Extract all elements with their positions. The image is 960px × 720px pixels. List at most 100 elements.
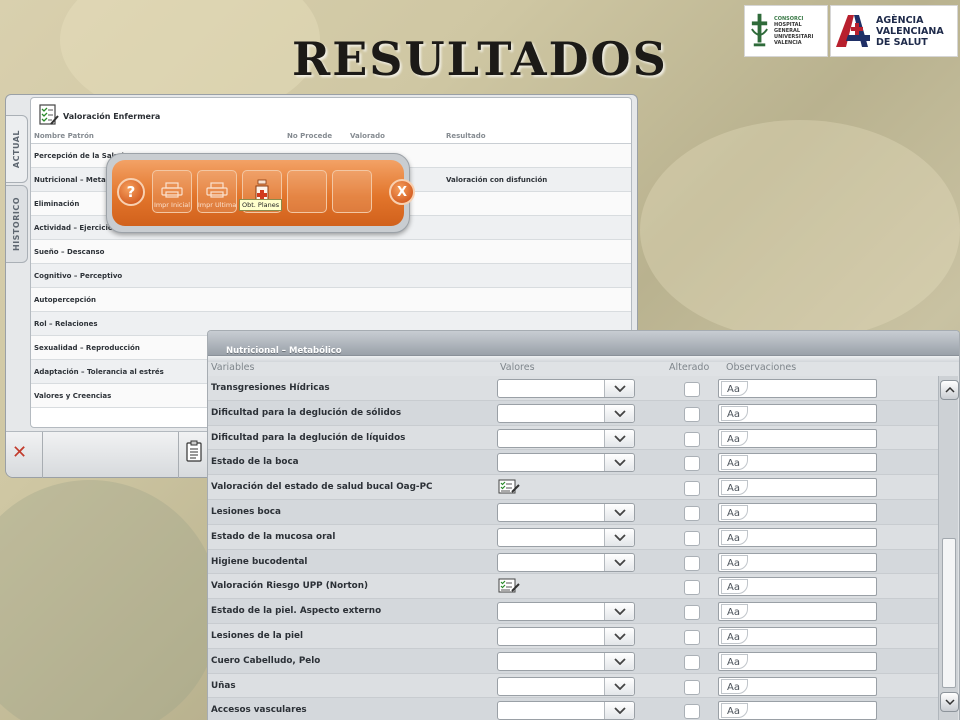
tab-actual[interactable]: ACTUAL	[6, 115, 28, 183]
dropdown-arrow[interactable]	[604, 454, 634, 472]
dropdown-arrow[interactable]	[604, 404, 634, 422]
print-last-button[interactable]: Impr Ultima	[197, 170, 237, 213]
valor-select[interactable]	[497, 651, 635, 671]
valor-select[interactable]	[497, 403, 635, 423]
valor-select[interactable]	[497, 626, 635, 646]
open-form-button[interactable]	[498, 578, 520, 597]
clipboard-icon[interactable]	[186, 440, 202, 462]
valor-select[interactable]	[497, 502, 635, 522]
dropdown-arrow[interactable]	[604, 603, 634, 621]
logo-text: AGÈNCIA	[876, 14, 924, 26]
observaciones-input[interactable]: Aa	[718, 552, 877, 572]
alterado-checkbox[interactable]	[684, 605, 700, 621]
observaciones-input[interactable]: Aa	[718, 478, 877, 498]
logo-text: HOSPITAL GENERAL	[774, 22, 802, 34]
hospital-logo: CONSORCI HOSPITAL GENERAL UNIVERSITARI V…	[744, 5, 828, 57]
observaciones-input[interactable]: Aa	[718, 602, 877, 622]
alterado-checkbox[interactable]	[684, 530, 700, 546]
chevron-up-icon	[944, 387, 955, 393]
variable-row: Valoración del estado de salud bucal Oag…	[208, 475, 938, 500]
valor-select[interactable]	[497, 676, 635, 696]
chevron-down-icon	[613, 385, 626, 392]
observaciones-input[interactable]: Aa	[718, 676, 877, 696]
patron-row[interactable]: Sueño – Descanso	[31, 240, 631, 264]
observaciones-input[interactable]: Aa	[718, 428, 877, 448]
alterado-checkbox[interactable]	[684, 629, 700, 645]
alterado-checkbox[interactable]	[684, 580, 700, 596]
dropdown-arrow[interactable]	[604, 429, 634, 447]
valor-select[interactable]	[497, 602, 635, 622]
valor-select[interactable]	[497, 453, 635, 473]
observaciones-input[interactable]: Aa	[718, 701, 877, 720]
dropdown-arrow[interactable]	[604, 677, 634, 695]
dropdown-arrow[interactable]	[604, 528, 634, 546]
text-format-icon: Aa	[721, 529, 748, 545]
print-initial-button[interactable]: Impr Inicial	[152, 170, 192, 213]
valor-select[interactable]	[497, 428, 635, 448]
chevron-down-icon	[613, 658, 626, 665]
text-format-icon: Aa	[721, 405, 748, 421]
text-format-icon: Aa	[721, 554, 748, 570]
dropdown-arrow[interactable]	[604, 702, 634, 720]
alterado-checkbox[interactable]	[684, 382, 700, 397]
valor-select[interactable]	[497, 527, 635, 547]
variable-name: Lesiones boca	[211, 506, 281, 517]
tab-historico[interactable]: HISTORICO	[6, 185, 28, 263]
alterado-checkbox[interactable]	[684, 431, 700, 447]
patron-row[interactable]: Cognitivo – Perceptivo	[31, 264, 631, 288]
observaciones-input[interactable]: Aa	[718, 453, 877, 473]
variable-row: Cuero Cabelludo, Pelo Aa	[208, 648, 938, 674]
open-form-button[interactable]	[498, 479, 520, 498]
column-header: No Procede	[287, 132, 333, 140]
scroll-thumb[interactable]	[942, 538, 956, 688]
vertical-scrollbar[interactable]	[938, 376, 959, 720]
alterado-checkbox[interactable]	[684, 505, 700, 521]
observaciones-input[interactable]: Aa	[718, 626, 877, 646]
scroll-up-button[interactable]	[940, 380, 959, 400]
observaciones-input[interactable]: Aa	[718, 379, 877, 398]
toolbar-slot-button[interactable]	[332, 170, 372, 213]
valor-select[interactable]	[497, 552, 635, 572]
valor-select[interactable]	[497, 701, 635, 720]
alterado-checkbox[interactable]	[684, 555, 700, 571]
alterado-checkbox[interactable]	[684, 654, 700, 670]
close-icon[interactable]: ✕	[12, 442, 27, 463]
variable-name: Dificultad para la deglución de sólidos	[211, 407, 402, 418]
valor-select[interactable]	[497, 379, 635, 398]
observaciones-input[interactable]: Aa	[718, 403, 877, 423]
help-button[interactable]: ?	[117, 178, 145, 206]
patron-row[interactable]: Autopercepción	[31, 288, 631, 312]
action-toolbar: ? Impr Inicial Impr Ultima X	[106, 153, 415, 233]
dropdown-arrow[interactable]	[604, 627, 634, 645]
observaciones-input[interactable]: Aa	[718, 577, 877, 597]
toolbar-slot-button[interactable]	[287, 170, 327, 213]
divider	[42, 432, 43, 478]
observaciones-input[interactable]: Aa	[718, 527, 877, 547]
alterado-checkbox[interactable]	[684, 456, 700, 472]
alterado-checkbox[interactable]	[684, 406, 700, 422]
variables-table-header: Variables Valores Alterado Observaciones	[208, 362, 959, 374]
divider	[178, 432, 179, 478]
text-format-icon: Aa	[721, 381, 748, 396]
alterado-checkbox[interactable]	[684, 679, 700, 695]
variable-name: Dificultad para la deglución de líquidos	[211, 432, 406, 443]
toolbar-close-button[interactable]: X	[389, 179, 415, 205]
dropdown-arrow[interactable]	[604, 652, 634, 670]
dropdown-arrow[interactable]	[604, 553, 634, 571]
observaciones-input[interactable]: Aa	[718, 502, 877, 522]
scroll-down-button[interactable]	[940, 692, 959, 712]
window-title: Nutricional – Metabólico	[226, 346, 342, 356]
tab-label: ACTUAL	[12, 129, 21, 169]
chevron-down-icon	[613, 633, 626, 640]
variable-row: Dificultad para la deglución de sólidos A…	[208, 400, 938, 426]
variable-name: Cuero Cabelludo, Pelo	[211, 655, 321, 666]
form-edit-icon	[498, 578, 520, 593]
observaciones-input[interactable]: Aa	[718, 651, 877, 671]
dropdown-arrow[interactable]	[604, 380, 634, 397]
patron-name: Sueño – Descanso	[34, 247, 105, 256]
dropdown-arrow[interactable]	[604, 503, 634, 521]
alterado-checkbox[interactable]	[684, 481, 700, 497]
nutricional-window: Nutricional – Metabólico Variables Valor…	[207, 330, 960, 720]
chevron-down-icon	[613, 558, 626, 566]
alterado-checkbox[interactable]	[684, 704, 700, 720]
